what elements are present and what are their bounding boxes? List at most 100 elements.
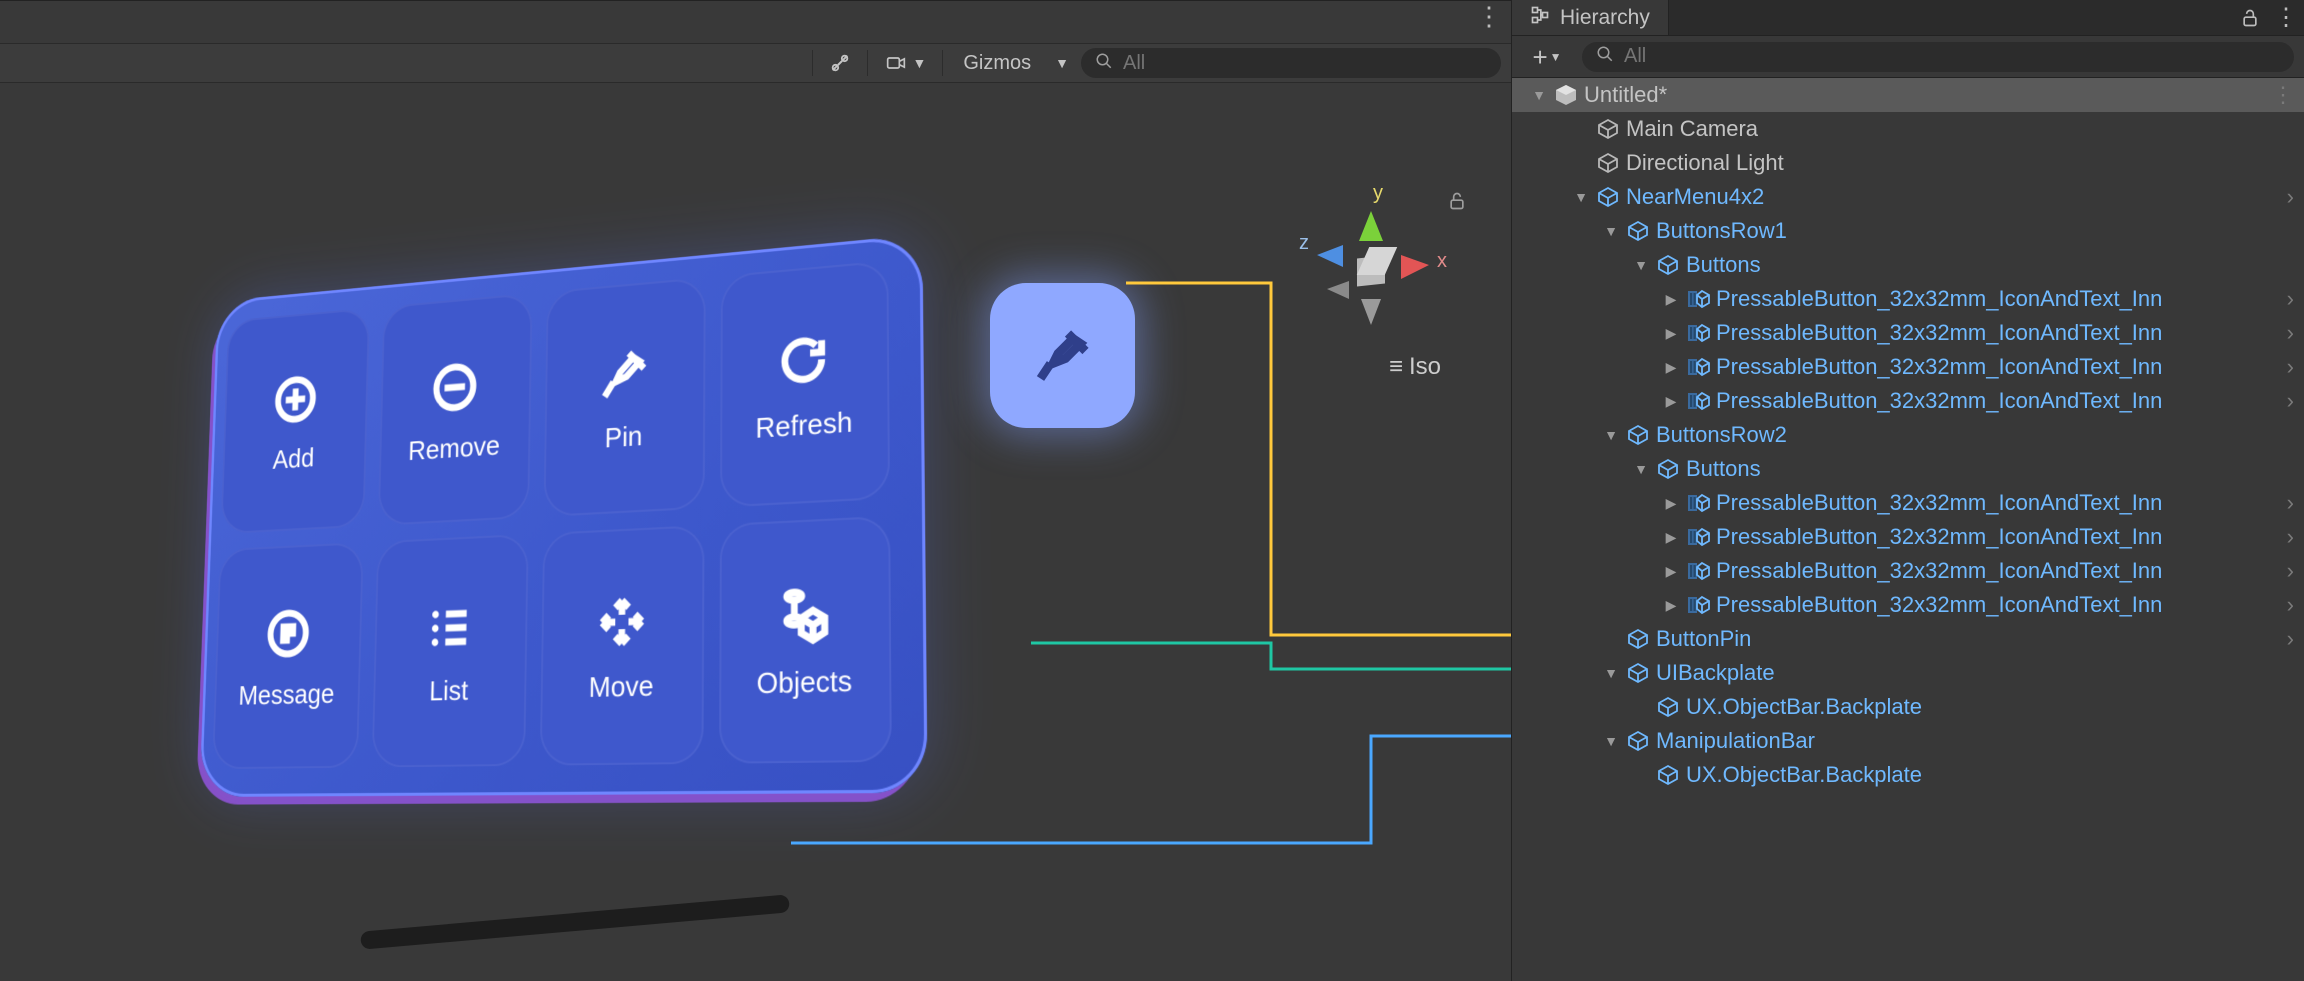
near-menu-button-objects[interactable]: Objects xyxy=(719,516,892,764)
chevron-right-icon[interactable]: › xyxy=(2287,558,2294,584)
foldout-icon[interactable]: ▶ xyxy=(1662,290,1680,308)
foldout-icon[interactable]: ▼ xyxy=(1602,426,1620,444)
hierarchy-row[interactable]: ▼ButtonsRow1 xyxy=(1512,214,2304,248)
near-menu-button-label: Objects xyxy=(757,664,853,700)
gizmos-label: Gizmos xyxy=(963,52,1031,75)
foldout-icon[interactable]: ▼ xyxy=(1572,188,1590,206)
hierarchy-tabbar: Hierarchy ⋮ xyxy=(1512,0,2304,36)
hierarchy-tree[interactable]: ▼ Untitled* ⋮ Main CameraDirectional Lig… xyxy=(1512,78,2304,981)
foldout-icon[interactable]: ▼ xyxy=(1632,256,1650,274)
tools-icon[interactable] xyxy=(821,48,859,78)
scene-view[interactable]: ⋮ ▼ Gizmos ▼ xyxy=(0,0,1511,981)
hierarchy-row[interactable]: ▼NearMenu4x2› xyxy=(1512,180,2304,214)
hierarchy-row[interactable]: ▶ PressableButton_32x32mm_IconAndText_Inn… xyxy=(1512,520,2304,554)
foldout-icon[interactable]: ▶ xyxy=(1662,562,1680,580)
hierarchy-row[interactable]: Directional Light xyxy=(1512,146,2304,180)
near-menu-button-refresh[interactable]: Refresh xyxy=(720,260,891,507)
hierarchy-item-label: PressableButton_32x32mm_IconAndText_Inn xyxy=(1716,388,2281,414)
foldout-icon[interactable]: ▼ xyxy=(1530,86,1548,104)
panel-kebab-icon[interactable]: ⋮ xyxy=(2268,0,2304,35)
chevron-right-icon[interactable]: › xyxy=(2287,388,2294,414)
move-icon xyxy=(592,589,651,655)
hierarchy-search-input[interactable] xyxy=(1624,45,2280,68)
hierarchy-row[interactable]: ▼Buttons xyxy=(1512,452,2304,486)
near-menu-button-add[interactable]: Add xyxy=(220,308,369,534)
chevron-right-icon[interactable]: › xyxy=(2287,354,2294,380)
scene-search-input[interactable] xyxy=(1123,52,1487,75)
gizmos-dropdown[interactable]: Gizmos xyxy=(951,48,1043,78)
refresh-icon xyxy=(773,326,834,394)
foldout-icon[interactable] xyxy=(1572,154,1590,172)
foldout-icon[interactable]: ▼ xyxy=(1602,732,1620,750)
hierarchy-row[interactable]: ▶PressableButton_32x32mm_IconAndText_Inn… xyxy=(1512,282,2304,316)
foldout-icon[interactable]: ▼ xyxy=(1602,222,1620,240)
foldout-icon[interactable]: ▶ xyxy=(1662,392,1680,410)
hierarchy-search[interactable] xyxy=(1582,42,2294,72)
foldout-icon[interactable]: ▶ xyxy=(1662,596,1680,614)
chevron-right-icon[interactable]: › xyxy=(2287,592,2294,618)
hierarchy-panel: Hierarchy ⋮ + ▼ xyxy=(1511,0,2304,981)
chevron-right-icon[interactable]: › xyxy=(2287,320,2294,346)
foldout-icon[interactable]: ▶ xyxy=(1662,358,1680,376)
hierarchy-tab[interactable]: Hierarchy xyxy=(1512,0,1669,35)
hierarchy-row[interactable]: ▶PressableButton_32x32mm_IconAndText_Inn… xyxy=(1512,316,2304,350)
hierarchy-row[interactable]: UX.ObjectBar.Backplate xyxy=(1512,758,2304,792)
foldout-icon[interactable] xyxy=(1632,698,1650,716)
gameobject-icon xyxy=(1686,321,1710,345)
foldout-icon[interactable]: ▶ xyxy=(1662,324,1680,342)
chevron-right-icon[interactable]: › xyxy=(2287,490,2294,516)
hierarchy-row[interactable]: ButtonPin› xyxy=(1512,622,2304,656)
hierarchy-item-label: PressableButton_32x32mm_IconAndText_Inn xyxy=(1716,592,2281,618)
chevron-right-icon[interactable]: › xyxy=(2287,286,2294,312)
projection-toggle[interactable]: ≡ Iso xyxy=(1389,353,1441,381)
hierarchy-row[interactable]: ▶PressableButton_32x32mm_IconAndText_Inn… xyxy=(1512,554,2304,588)
scene-canvas[interactable]: AddRemovePin Refresh MessageListMove Object… xyxy=(0,83,1511,981)
orientation-gizmo[interactable]: y x z xyxy=(1291,183,1451,348)
near-menu-button-move[interactable]: Move xyxy=(540,525,704,766)
hierarchy-row[interactable]: ▶PressableButton_32x32mm_IconAndText_Inn… xyxy=(1512,350,2304,384)
create-dropdown[interactable]: + ▼ xyxy=(1522,42,1572,72)
near-menu-button-list[interactable]: List xyxy=(371,534,529,768)
foldout-icon[interactable] xyxy=(1572,120,1590,138)
foldout-icon[interactable] xyxy=(1602,630,1620,648)
near-menu-button-label: Refresh xyxy=(755,405,852,444)
hierarchy-row[interactable]: UX.ObjectBar.Backplate xyxy=(1512,690,2304,724)
gameobject-icon xyxy=(1656,253,1680,277)
lock-icon[interactable] xyxy=(1447,191,1467,217)
near-menu-panel[interactable]: AddRemovePin Refresh MessageListMove Object… xyxy=(199,234,927,797)
chevron-right-icon[interactable]: › xyxy=(2287,184,2294,210)
hierarchy-row[interactable]: ▼ButtonsRow2 xyxy=(1512,418,2304,452)
gameobject-icon xyxy=(1626,423,1650,447)
foldout-icon[interactable]: ▼ xyxy=(1632,460,1650,478)
foldout-icon[interactable]: ▼ xyxy=(1602,664,1620,682)
message-icon xyxy=(261,602,315,664)
hierarchy-row[interactable]: ▶PressableButton_32x32mm_IconAndText_Inn… xyxy=(1512,486,2304,520)
foldout-icon[interactable] xyxy=(1632,766,1650,784)
foldout-icon[interactable]: ▶ xyxy=(1662,494,1680,512)
kebab-icon[interactable]: ⋮ xyxy=(2272,82,2294,108)
scene-search[interactable] xyxy=(1081,48,1501,78)
scene-kebab-icon[interactable]: ⋮ xyxy=(1470,0,1505,34)
list-icon xyxy=(422,595,478,659)
hierarchy-row[interactable]: ▼ManipulationBar xyxy=(1512,724,2304,758)
gameobject-icon xyxy=(1596,117,1620,141)
hierarchy-row[interactable]: ▶ PressableButton_32x32mm_IconAndText_Inn… xyxy=(1512,384,2304,418)
hierarchy-row[interactable]: Main Camera xyxy=(1512,112,2304,146)
hierarchy-item-label: PressableButton_32x32mm_IconAndText_Inn xyxy=(1716,524,2281,550)
chevron-right-icon[interactable]: › xyxy=(2287,524,2294,550)
hierarchy-row[interactable]: ▼Buttons xyxy=(1512,248,2304,282)
scene-row[interactable]: ▼ Untitled* ⋮ xyxy=(1512,78,2304,112)
foldout-icon[interactable]: ▶ xyxy=(1662,528,1680,546)
hierarchy-row[interactable]: ▶ PressableButton_32x32mm_IconAndText_Inn… xyxy=(1512,588,2304,622)
panel-lock-icon[interactable] xyxy=(2232,0,2268,35)
camera-icon[interactable]: ▼ xyxy=(876,48,934,78)
near-menu-button-remove[interactable]: Remove xyxy=(377,293,532,526)
near-menu-button-message[interactable]: Message xyxy=(212,542,363,769)
hierarchy-row[interactable]: ▼UIBackplate xyxy=(1512,656,2304,690)
gizmos-dropdown-arrow-icon[interactable]: ▼ xyxy=(1047,48,1077,78)
gameobject-icon xyxy=(1596,185,1620,209)
projection-lines-icon: ≡ xyxy=(1389,353,1401,381)
chevron-right-icon[interactable]: › xyxy=(2287,626,2294,652)
button-pin-tile[interactable] xyxy=(990,283,1135,428)
near-menu-button-pin[interactable]: Pin xyxy=(544,277,706,517)
